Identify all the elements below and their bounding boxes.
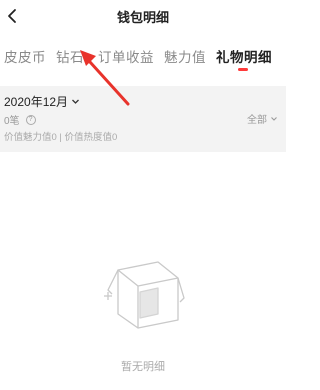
value-summary: 价值魅力值0 | 价值热度值0 — [4, 132, 118, 143]
filter-selector[interactable]: 全部 — [247, 111, 278, 126]
transaction-count: 0笔 — [4, 116, 20, 127]
tab-diamond[interactable]: 钻石 — [56, 46, 84, 66]
page-title: 钱包明细 — [116, 10, 169, 25]
tab-order-earnings[interactable]: 订单收益 — [98, 46, 154, 66]
chevron-down-icon — [72, 99, 80, 104]
top-header: 钱包明细 — [0, 0, 286, 34]
empty-state-text: 暂无明细 — [121, 361, 165, 373]
tab-charm-value[interactable]: 魅力值 — [164, 46, 206, 66]
tab-gift-details[interactable]: 礼物明细 — [216, 46, 272, 66]
filter-label: 全部 — [247, 115, 267, 126]
tab-pipi-coin[interactable]: 皮皮币 — [4, 46, 46, 66]
tab-bar: 皮皮币 钻石 订单收益 魅力值 礼物明细 — [0, 34, 286, 76]
help-icon[interactable]: ? — [25, 114, 36, 125]
chevron-down-icon — [271, 116, 277, 121]
month-selector[interactable]: 2020年12月 — [4, 93, 80, 110]
empty-box-icon — [104, 261, 185, 329]
amount-row: 0笔 ? — [4, 112, 36, 127]
summary-panel: 2020年12月 0笔 ? 全部 价值魅力值0 | 价值热度值0 — [0, 86, 286, 152]
month-label: 2020年12月 — [4, 95, 69, 109]
active-tab-indicator — [238, 68, 248, 71]
